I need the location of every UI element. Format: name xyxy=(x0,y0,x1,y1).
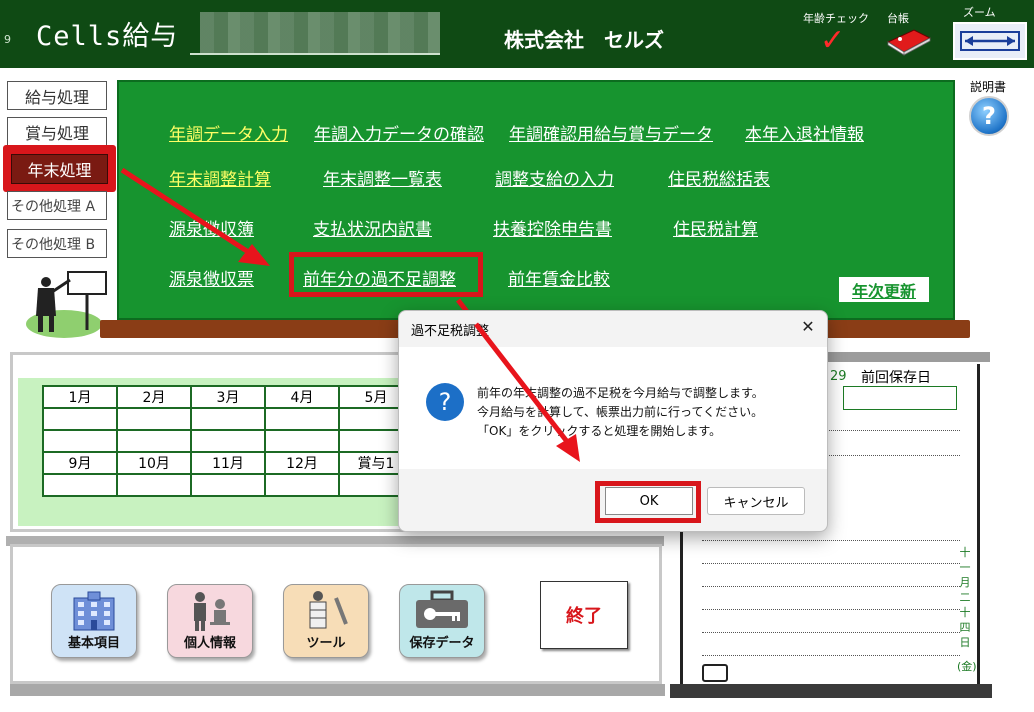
annotation-arrow-overlay xyxy=(474,322,580,462)
arrow-line xyxy=(474,322,574,450)
arrow-head xyxy=(556,434,580,462)
